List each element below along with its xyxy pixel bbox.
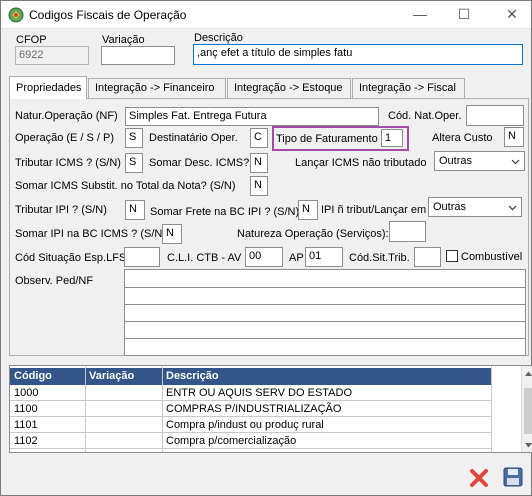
combustivel-checkbox[interactable] xyxy=(446,250,458,262)
th-variacao[interactable]: Variação xyxy=(89,370,134,382)
cell-codigo: 1000 xyxy=(14,387,39,399)
table-header: Código Variação Descrição xyxy=(10,368,491,385)
operacao-field[interactable]: S xyxy=(125,128,143,148)
operacao-label: Operação (E / S / P) xyxy=(15,132,115,144)
ap-field[interactable]: 01 xyxy=(305,247,343,267)
somar-desc-field[interactable]: N xyxy=(250,153,268,173)
natur-field[interactable]: Simples Fat. Entrega Futura xyxy=(125,107,379,126)
natureza-label: Natureza Operação (Serviços): xyxy=(237,228,389,240)
cell-codigo: 1100 xyxy=(14,403,38,415)
observ-line xyxy=(125,338,525,339)
cli-ctb-label: C.L.I. CTB - AV xyxy=(167,252,242,264)
observ-grid[interactable] xyxy=(124,269,526,356)
cell-descricao: Compra p/indust ou produç rural xyxy=(166,419,324,431)
tab-fiscal[interactable]: Integração -> Fiscal xyxy=(352,78,465,98)
somar-icms-st-label: Somar ICMS Substit. no Total da Nota? (S… xyxy=(15,180,236,192)
title-bar: Codigos Fiscais de Operação — ☐ ✕ xyxy=(1,1,531,29)
tributar-icms-field[interactable]: S xyxy=(125,153,143,173)
altera-custo-label: Altera Custo xyxy=(432,132,493,144)
tipo-fat-field[interactable]: 1 xyxy=(381,129,403,147)
combustivel-label: Combustível xyxy=(461,251,523,263)
minimize-icon[interactable]: — xyxy=(411,6,429,22)
observ-line xyxy=(125,321,525,322)
cell-descricao: Compra p/comercialização xyxy=(166,435,297,447)
cfop-table[interactable]: Código Variação Descrição 1000 ENTR OU A… xyxy=(9,365,532,453)
tributar-ipi-label: Tributar IPI ? (S/N) xyxy=(15,204,107,216)
somar-frete-label: Somar Frete na BC IPI ? (S/N) xyxy=(150,206,300,218)
tab-financeiro[interactable]: Integração -> Financeiro xyxy=(88,78,226,98)
cod-sit-trib-field[interactable] xyxy=(414,247,441,267)
app-icon xyxy=(8,7,24,23)
cell-codigo: 1101 xyxy=(14,419,38,431)
ipi-ntrib-value: Outras xyxy=(433,201,467,213)
cell-descricao: COMPRAS P/INDUSTRIALIZAÇÃO xyxy=(166,403,342,415)
maximize-icon[interactable]: ☐ xyxy=(455,6,473,22)
column-divider xyxy=(491,366,492,452)
tributar-ipi-field[interactable]: N xyxy=(125,200,145,220)
cancel-icon[interactable] xyxy=(468,467,490,489)
observ-label: Observ. Ped/NF xyxy=(15,275,94,287)
destinatario-label: Destinatário Oper. xyxy=(149,132,238,144)
scroll-up-icon[interactable] xyxy=(524,370,532,377)
observ-line xyxy=(125,287,525,288)
chevron-down-icon xyxy=(511,159,520,165)
cod-sit-lfs-label: Cód Situação Esp.LFS xyxy=(15,252,127,264)
ipi-ntrib-label: IPI ñ tribut/Lançar em xyxy=(321,204,427,216)
cod-nat-field[interactable] xyxy=(466,105,524,126)
somar-ipi-bc-field[interactable]: N xyxy=(162,224,182,244)
cell-descricao: ENTR OU AQUIS SERV DO ESTADO xyxy=(166,387,353,399)
cod-sit-lfs-field[interactable] xyxy=(124,247,160,267)
table-row[interactable]: 1102 Compra p/comercialização xyxy=(10,433,491,449)
cfop-label: CFOP xyxy=(16,34,47,46)
th-codigo[interactable]: Código xyxy=(14,370,52,382)
variacao-field[interactable] xyxy=(101,46,175,65)
tab-estoque[interactable]: Integração -> Estoque xyxy=(227,78,351,98)
somar-ipi-bc-label: Somar IPI na BC ICMS ? (S/N) xyxy=(15,228,166,240)
table-row[interactable]: 1000 ENTR OU AQUIS SERV DO ESTADO xyxy=(10,385,491,401)
descricao-field[interactable]: ,anç efet a título de simples fatu xyxy=(193,44,523,65)
somar-frete-field[interactable]: N xyxy=(298,200,318,220)
tributar-icms-label: Tributar ICMS ? (S/N) xyxy=(15,157,121,169)
table-row[interactable]: 1101 Compra p/indust ou produç rural xyxy=(10,417,491,433)
variacao-label: Variação xyxy=(102,34,145,46)
table-scrollbar[interactable] xyxy=(521,366,532,452)
close-icon[interactable]: ✕ xyxy=(503,6,521,22)
ap-label: AP xyxy=(289,252,304,264)
cod-sit-trib-label: Cód.Sit.Trib. xyxy=(349,252,410,264)
window: Codigos Fiscais de Operação — ☐ ✕ CFOP 6… xyxy=(0,0,532,496)
cfop-field: 6922 xyxy=(15,46,89,65)
th-descricao[interactable]: Descrição xyxy=(166,370,219,382)
ipi-ntrib-select[interactable]: Outras xyxy=(428,197,522,217)
natureza-field[interactable] xyxy=(389,221,426,242)
table-row[interactable]: 1100 COMPRAS P/INDUSTRIALIZAÇÃO xyxy=(10,401,491,417)
scroll-down-icon[interactable] xyxy=(524,442,532,449)
lancar-icms-value: Outras xyxy=(439,155,473,167)
window-title: Codigos Fiscais de Operação xyxy=(29,8,187,22)
tipo-fat-label: Tipo de Faturamento xyxy=(276,133,378,145)
tab-propriedades[interactable]: Propriedades xyxy=(9,76,87,99)
chevron-down-icon xyxy=(508,205,517,211)
scrollbar-thumb[interactable] xyxy=(524,388,532,434)
somar-icms-st-field[interactable]: N xyxy=(250,176,268,196)
observ-line xyxy=(125,304,525,305)
natur-label: Natur.Operação (NF) xyxy=(15,110,118,122)
save-icon[interactable] xyxy=(502,466,524,488)
destinatario-field[interactable]: C xyxy=(250,128,268,148)
altera-custo-field[interactable]: N xyxy=(504,127,524,147)
descricao-label: Descrição xyxy=(194,32,243,44)
lancar-icms-label: Lançar ICMS não tributado xyxy=(295,157,427,169)
cod-nat-label: Cód. Nat.Oper. xyxy=(388,110,462,122)
cli-ctb-field[interactable]: 00 xyxy=(245,247,283,267)
lancar-icms-select[interactable]: Outras xyxy=(434,151,525,171)
somar-desc-label: Somar Desc. ICMS? xyxy=(149,157,250,169)
cell-codigo: 1102 xyxy=(14,435,38,447)
